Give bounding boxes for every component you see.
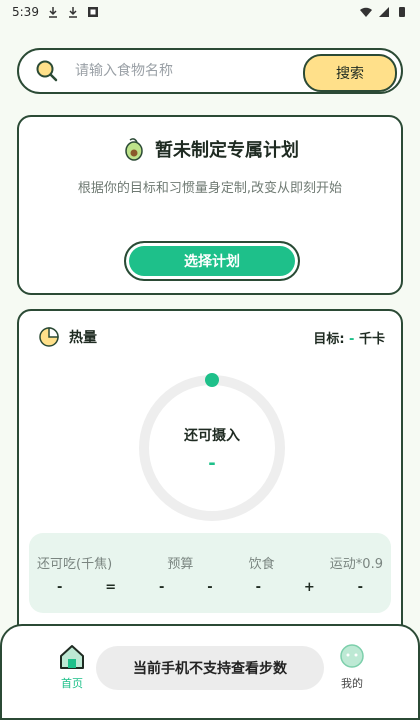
- ring-value: -: [208, 453, 216, 474]
- stat-label-exercise: 运动*0.9: [329, 557, 383, 572]
- calorie-stats: 还可吃(千焦) 预算 饮食 运动*0.9 - = - - - + -: [29, 533, 391, 613]
- status-right: [360, 6, 408, 18]
- stat-value-remaining: -: [57, 580, 63, 595]
- download-icon: [68, 7, 77, 18]
- stat-value-diet: -: [255, 580, 261, 595]
- status-bar: 5:39: [0, 0, 420, 24]
- calorie-header-left: 热量: [37, 325, 97, 349]
- stat-value-budget: -: [159, 580, 165, 595]
- search-button[interactable]: 搜索: [303, 54, 397, 92]
- goal-text: 目标: - 千卡: [313, 328, 385, 347]
- plan-card: 暂未制定专属计划 根据你的目标和习惯量身定制,改变从即刻开始 选择计划: [17, 115, 403, 295]
- stat-value-exercise: -: [357, 580, 363, 595]
- signal-icon: [379, 7, 389, 17]
- wifi-icon: [360, 7, 372, 17]
- plan-title-row: 暂未制定专属计划: [19, 136, 401, 162]
- stat-operator-equals: =: [105, 580, 117, 595]
- stat-operator-minus: -: [207, 580, 213, 595]
- nav-mine-label: 我的: [341, 677, 363, 690]
- home-icon: [60, 645, 84, 669]
- stat-operator-plus: +: [303, 580, 315, 595]
- download-icon: [48, 7, 57, 18]
- goal-value: -: [349, 331, 355, 347]
- ring-graphic: [139, 373, 285, 521]
- notification-app-icon: [87, 7, 98, 17]
- calorie-card: 热量 目标: - 千卡 还可摄入 - 还可吃(千焦) 预算 饮食 运动*0.9 …: [17, 309, 403, 639]
- battery-icon: [399, 7, 405, 17]
- profile-icon: [340, 644, 364, 668]
- nav-home-label: 首页: [61, 677, 83, 690]
- search-icon[interactable]: [35, 59, 59, 83]
- search-input[interactable]: [73, 62, 287, 80]
- calorie-title: 热量: [69, 330, 97, 346]
- status-left: 5:39: [12, 5, 99, 19]
- stat-label-remaining: 还可吃(千焦): [37, 557, 113, 572]
- status-time: 5:39: [12, 5, 39, 19]
- stats-labels: 还可吃(千焦) 预算 饮食 运动*0.9: [29, 553, 391, 572]
- plan-title: 暂未制定专属计划: [155, 140, 299, 161]
- ring-progress-dot: [205, 373, 219, 387]
- nav-mine[interactable]: 我的: [328, 642, 376, 691]
- avocado-icon: [125, 138, 143, 161]
- search-bar: 搜索: [17, 48, 403, 94]
- stats-values: - = - - - + -: [29, 580, 391, 595]
- goal-label: 目标:: [313, 331, 345, 347]
- nav-home[interactable]: 首页: [48, 642, 96, 691]
- select-plan-button[interactable]: 选择计划: [124, 241, 300, 281]
- toast-message: 当前手机不支持查看步数: [96, 646, 324, 690]
- plan-description: 根据你的目标和习惯量身定制,改变从即刻开始: [77, 181, 343, 196]
- pie-chart-icon: [39, 327, 59, 347]
- calorie-header: 热量 目标: - 千卡: [37, 325, 385, 349]
- stat-label-budget: 预算: [167, 557, 194, 572]
- calorie-ring: 还可摄入 -: [133, 369, 291, 527]
- goal-unit: 千卡: [358, 331, 385, 347]
- stat-label-diet: 饮食: [248, 557, 275, 572]
- ring-label: 还可摄入: [184, 428, 240, 444]
